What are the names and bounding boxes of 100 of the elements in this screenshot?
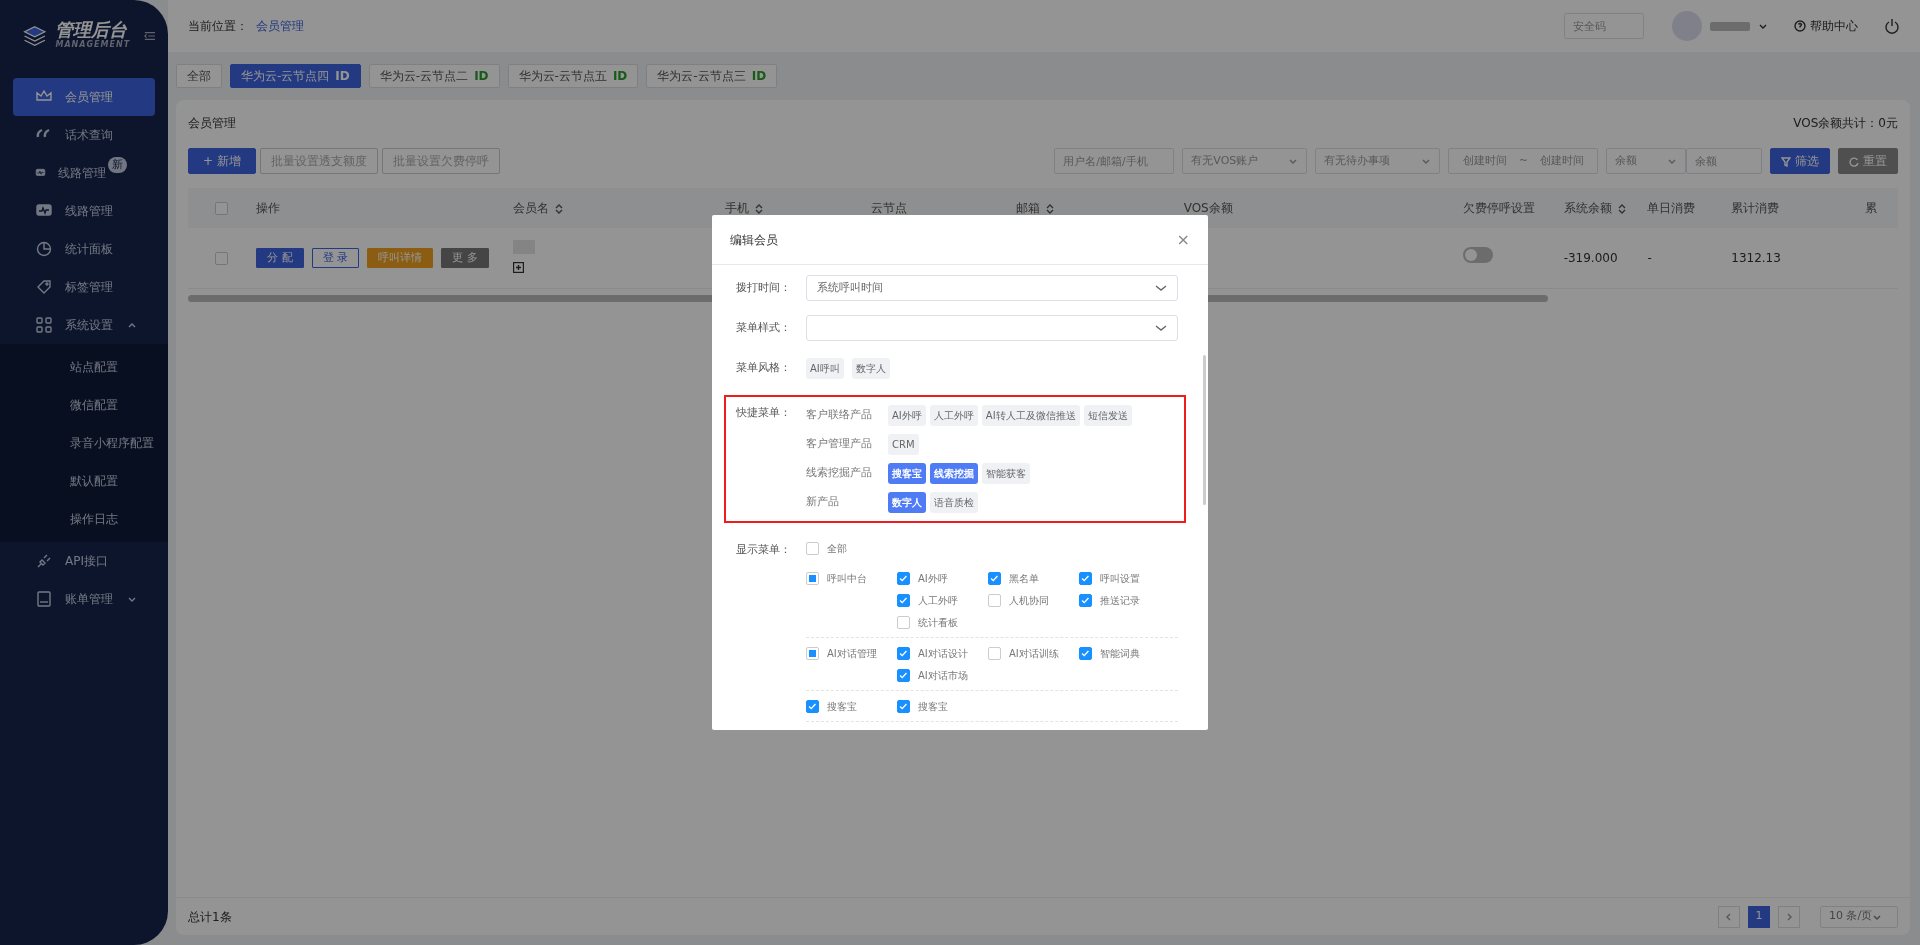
add-button[interactable]: + 新增 bbox=[188, 148, 256, 174]
checkbox[interactable] bbox=[897, 699, 910, 713]
submenu-item[interactable]: 站点配置 bbox=[13, 348, 155, 386]
sidebar-item[interactable]: API接口 bbox=[13, 542, 155, 580]
checkbox[interactable] bbox=[897, 593, 910, 607]
checkbox-label: AI对话市场 bbox=[918, 668, 968, 683]
submenu-item[interactable]: 录音小程序配置 bbox=[13, 424, 155, 462]
row-action-button[interactable]: 分 配 bbox=[256, 247, 304, 268]
chevron-down-icon bbox=[1421, 157, 1432, 165]
chevron-down-icon bbox=[1288, 157, 1299, 165]
submenu-item[interactable]: 微信配置 bbox=[13, 386, 155, 424]
column-header: 系统余额 bbox=[1563, 201, 1612, 215]
option-tag[interactable]: AI外呼 bbox=[888, 405, 926, 426]
checkbox[interactable] bbox=[897, 571, 910, 585]
select-all-checkbox[interactable] bbox=[215, 202, 228, 215]
breadcrumb-label: 当前位置： bbox=[188, 18, 248, 35]
checkbox[interactable] bbox=[988, 593, 1001, 607]
option-tag[interactable]: 数字人 bbox=[851, 357, 890, 379]
option-tag[interactable]: 搜客宝 bbox=[888, 463, 926, 484]
logo-subtitle: MANAGEMENT bbox=[55, 39, 131, 51]
node-tab[interactable]: 华为云-云节点二 ID bbox=[368, 64, 500, 88]
checkbox-label: 统计看板 bbox=[918, 615, 958, 630]
modal-scrollbar[interactable] bbox=[1203, 355, 1206, 505]
select-field[interactable] bbox=[806, 315, 1178, 341]
help-link[interactable]: 帮助中心 bbox=[1810, 17, 1858, 35]
checkbox[interactable] bbox=[897, 646, 910, 660]
node-tab[interactable]: 华为云-云节点五 ID bbox=[507, 64, 639, 88]
new-badge: 新 bbox=[108, 156, 127, 174]
checkbox[interactable] bbox=[806, 541, 819, 555]
help-icon[interactable] bbox=[1794, 20, 1806, 32]
checkbox-label: 推送记录 bbox=[1100, 593, 1140, 608]
option-tag[interactable]: AI转人工及微信推送 bbox=[981, 405, 1080, 426]
toggle-switch[interactable] bbox=[1463, 247, 1494, 264]
power-icon[interactable] bbox=[1884, 18, 1900, 34]
option-tag[interactable]: AI呼叫 bbox=[806, 357, 844, 379]
option-tag[interactable]: 智能获客 bbox=[982, 463, 1030, 484]
checkbox[interactable] bbox=[806, 699, 819, 713]
option-tag[interactable]: 语音质检 bbox=[930, 492, 978, 513]
row-checkbox[interactable] bbox=[215, 251, 228, 265]
page-button[interactable]: 1 bbox=[1748, 905, 1770, 928]
option-tag[interactable]: 数字人 bbox=[888, 492, 926, 513]
chevron-right-icon bbox=[1785, 912, 1793, 921]
page-size-select[interactable]: 10 条/页 bbox=[1820, 905, 1898, 928]
node-tab[interactable]: 华为云-云节点四 ID bbox=[230, 64, 361, 88]
sidebar-item[interactable]: 线路管理 bbox=[13, 192, 155, 230]
option-tag[interactable]: CRM bbox=[888, 434, 919, 455]
node-tab[interactable]: 全部 bbox=[176, 64, 222, 88]
checkbox[interactable] bbox=[897, 615, 910, 629]
expand-icon[interactable] bbox=[513, 261, 525, 273]
form-label: 快捷菜单： bbox=[736, 405, 792, 421]
checkbox[interactable] bbox=[897, 668, 910, 682]
checkbox[interactable] bbox=[988, 646, 1001, 660]
close-button[interactable]: × bbox=[1176, 231, 1190, 248]
sidebar-item[interactable]: 线路管理 新 bbox=[13, 154, 155, 192]
checkbox[interactable] bbox=[806, 646, 819, 660]
checkbox-label: 呼叫设置 bbox=[1100, 571, 1140, 586]
submenu-item[interactable]: 操作日志 bbox=[13, 500, 155, 538]
tag-icon bbox=[35, 278, 53, 296]
column-header: 操作 bbox=[256, 201, 281, 215]
select-field[interactable]: 系统呼叫时间 bbox=[806, 275, 1178, 301]
sidebar-item[interactable]: 系统设置 bbox=[13, 306, 155, 344]
sidebar-item[interactable]: 会员管理 bbox=[13, 78, 155, 116]
sidebar-item[interactable]: 话术查询 bbox=[13, 116, 155, 154]
node-tab[interactable]: 华为云-云节点三 ID bbox=[646, 64, 778, 88]
sidebar-item[interactable]: 标签管理 bbox=[13, 268, 155, 306]
refresh-icon bbox=[1849, 156, 1860, 167]
option-tag[interactable]: 人工外呼 bbox=[929, 405, 978, 426]
menu-collapse-icon[interactable] bbox=[144, 30, 156, 42]
column-header: 会员名 bbox=[513, 201, 550, 215]
id-tag: ID bbox=[474, 69, 489, 83]
checkbox[interactable] bbox=[1079, 571, 1092, 585]
book-icon bbox=[35, 590, 53, 608]
table-cell: 1312.13 bbox=[1731, 250, 1781, 265]
sidebar-item[interactable]: 统计面板 bbox=[13, 230, 155, 268]
sidebar-item[interactable]: 账单管理 bbox=[13, 580, 155, 618]
plug-icon bbox=[35, 552, 53, 570]
column-header: 云节点 bbox=[870, 201, 907, 215]
option-tag[interactable]: 线索挖掘 bbox=[930, 463, 978, 484]
sort-icon[interactable] bbox=[1617, 203, 1626, 214]
checkbox[interactable] bbox=[1079, 646, 1092, 660]
column-header: 累计消费 bbox=[1731, 201, 1780, 215]
checkbox[interactable] bbox=[1079, 593, 1092, 607]
chevron-down-icon[interactable] bbox=[1758, 22, 1768, 30]
row-action-button[interactable]: 登 录 bbox=[311, 247, 360, 268]
logo-title: 管理后台 bbox=[55, 21, 129, 39]
sort-icon[interactable] bbox=[555, 203, 564, 214]
column-header: 手机 bbox=[725, 201, 750, 215]
group-label: 线索挖掘产品 bbox=[806, 465, 873, 482]
breadcrumb-link[interactable]: 会员管理 bbox=[256, 17, 304, 35]
row-action-button[interactable]: 更 多 bbox=[441, 247, 489, 268]
sort-icon[interactable] bbox=[755, 203, 764, 214]
option-tag[interactable]: 短信发送 bbox=[1083, 405, 1132, 426]
filter-button[interactable]: 筛选 bbox=[1770, 148, 1831, 174]
total-count: 总计1条 bbox=[188, 908, 232, 926]
checkbox[interactable] bbox=[988, 571, 1001, 585]
sort-icon[interactable] bbox=[1046, 203, 1054, 214]
checkbox[interactable] bbox=[806, 571, 819, 585]
chevron-down-icon bbox=[127, 595, 137, 603]
id-tag: ID bbox=[751, 69, 767, 83]
submenu-item[interactable]: 默认配置 bbox=[13, 462, 155, 500]
